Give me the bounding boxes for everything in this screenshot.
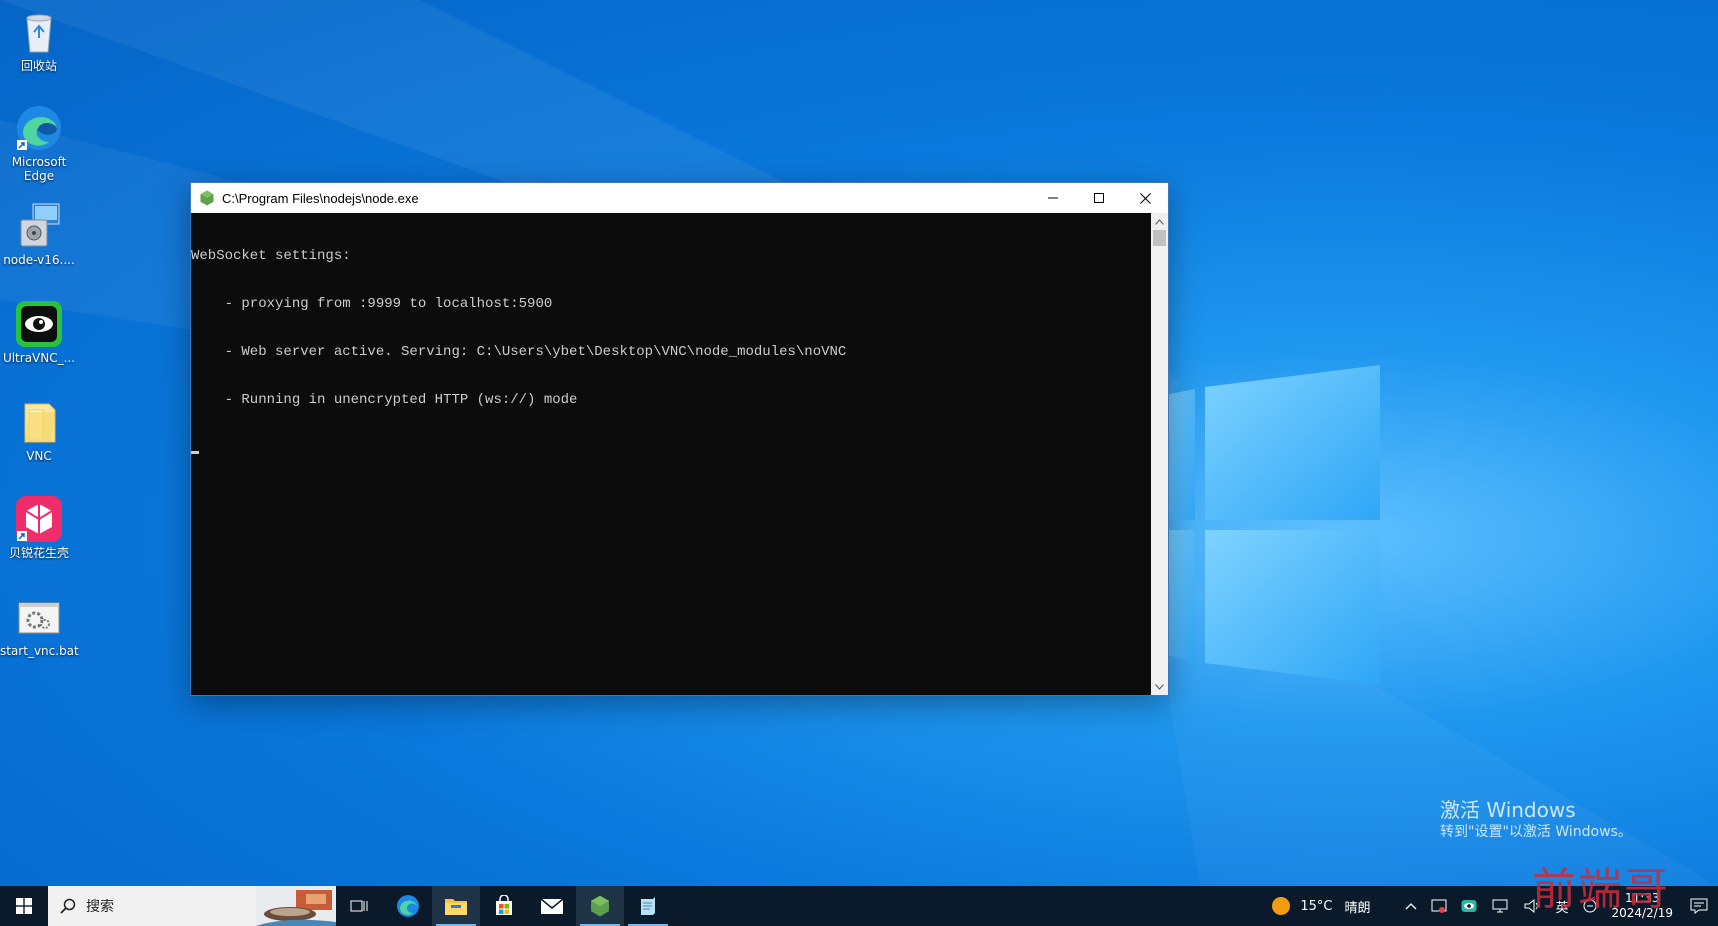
weather-widget[interactable]: 15°C 晴朗 (1272, 897, 1370, 916)
task-view-icon (350, 900, 368, 912)
installer-icon (15, 202, 63, 250)
start-button[interactable] (0, 886, 48, 926)
desktop-icon-ultravnc[interactable]: UltraVNC_... (0, 300, 78, 365)
desktop-icon-node-installer[interactable]: node-v16.... (0, 202, 78, 267)
console-cursor-line (191, 440, 1151, 456)
scroll-down-button[interactable] (1151, 678, 1168, 695)
window-title: C:\Program Files\nodejs\node.exe (222, 190, 419, 206)
window-titlebar[interactable]: C:\Program Files\nodejs\node.exe (191, 183, 1168, 213)
notification-icon (1690, 898, 1708, 914)
console-output[interactable]: WebSocket settings: - proxying from :999… (191, 213, 1151, 695)
recycle-bin-icon (15, 8, 63, 56)
activation-watermark: 激活 Windows 转到"设置"以激活 Windows。 (1440, 798, 1632, 842)
network-icon (1492, 899, 1508, 913)
scroll-up-button[interactable] (1151, 213, 1168, 230)
desktop-icon-label: VNC (26, 449, 52, 463)
console-line: WebSocket settings: (191, 248, 351, 264)
taskbar-file-explorer-button[interactable] (432, 886, 480, 926)
search-highlight-illustration (256, 886, 336, 926)
tray-vnc-icon[interactable] (1461, 898, 1477, 914)
tray-app-icon[interactable] (1431, 898, 1447, 914)
search-placeholder: 搜索 (86, 899, 114, 915)
remote-app-icon (1431, 899, 1447, 913)
maximize-button[interactable] (1076, 183, 1122, 213)
chevron-down-icon (1155, 683, 1164, 690)
maximize-icon (1094, 193, 1104, 203)
ultravnc-tray-icon (1461, 900, 1477, 912)
notification-center-button[interactable] (1690, 898, 1708, 914)
desktop-icon-label: UltraVNC_... (2, 351, 76, 365)
taskbar: 搜索 15°C 晴朗 英 11:33 2024/2/19 (0, 886, 1718, 926)
console-line: - proxying from :9999 to localhost:5900 (191, 296, 553, 312)
windows-start-icon (16, 898, 32, 914)
windows-logo-wallpaper (1165, 365, 1380, 685)
task-view-button[interactable] (336, 886, 384, 926)
scrollbar-thumb[interactable] (1153, 230, 1166, 246)
search-icon (60, 898, 76, 914)
desktop-icon-vnc-folder[interactable]: VNC (0, 398, 78, 463)
desktop-icon-label: 回收站 (20, 59, 57, 73)
folder-icon (15, 398, 63, 446)
edge-icon (15, 104, 63, 152)
brand-watermark: 前端哥 (1532, 864, 1670, 915)
desktop-icon-start-vnc-bat[interactable]: start_vnc.bat (0, 593, 79, 658)
show-hidden-icons-button[interactable] (1405, 902, 1417, 910)
edge-icon (397, 895, 419, 917)
batch-file-icon (15, 593, 63, 641)
desktop-icon-recycle-bin[interactable]: 回收站 (0, 8, 78, 73)
file-explorer-icon (445, 899, 467, 915)
oray-peanut-icon (15, 495, 63, 543)
nodejs-icon (591, 895, 609, 917)
vertical-scrollbar[interactable] (1151, 213, 1168, 695)
text-cursor (191, 451, 199, 454)
notepad-icon (641, 897, 655, 915)
network-button[interactable] (1491, 898, 1509, 914)
activate-subtitle: 转到"设置"以激活 Windows。 (1440, 824, 1632, 840)
nodejs-icon (200, 190, 214, 206)
activate-title: 激活 Windows (1440, 798, 1576, 822)
taskbar-store-button[interactable] (480, 886, 528, 926)
desktop-icon-label: start_vnc.bat (0, 644, 79, 658)
desktop-icon-edge[interactable]: Microsoft Edge (0, 104, 78, 183)
sun-icon (1272, 897, 1291, 915)
close-icon (1139, 192, 1151, 204)
desktop-icon-peanut-shell[interactable]: 贝锐花生壳 (0, 495, 78, 560)
weather-temperature: 15°C (1300, 898, 1333, 914)
console-line: - Web server active. Serving: C:\Users\y… (191, 344, 847, 360)
ultravnc-icon (15, 300, 63, 348)
desktop-icon-label: 贝锐花生壳 (8, 546, 69, 560)
taskbar-nodejs-button[interactable] (576, 886, 624, 926)
minimize-icon (1048, 197, 1058, 199)
minimize-button[interactable] (1030, 183, 1076, 213)
weather-description: 晴朗 (1344, 900, 1371, 916)
taskbar-search-box[interactable]: 搜索 (48, 886, 336, 926)
chevron-up-icon (1405, 903, 1417, 910)
taskbar-edge-button[interactable] (384, 886, 432, 926)
taskbar-mail-button[interactable] (528, 886, 576, 926)
desktop-icon-label: node-v16.... (3, 253, 75, 267)
store-icon (496, 895, 512, 915)
chevron-up-icon (1155, 218, 1164, 225)
node-console-window[interactable]: C:\Program Files\nodejs\node.exe WebSock… (190, 182, 1169, 696)
console-line: - Running in unencrypted HTTP (ws://) mo… (191, 392, 578, 408)
desktop-icon-label: Microsoft Edge (11, 155, 67, 183)
taskbar-notepad-button[interactable] (624, 886, 672, 926)
close-button[interactable] (1122, 183, 1168, 213)
mail-icon (540, 898, 564, 914)
